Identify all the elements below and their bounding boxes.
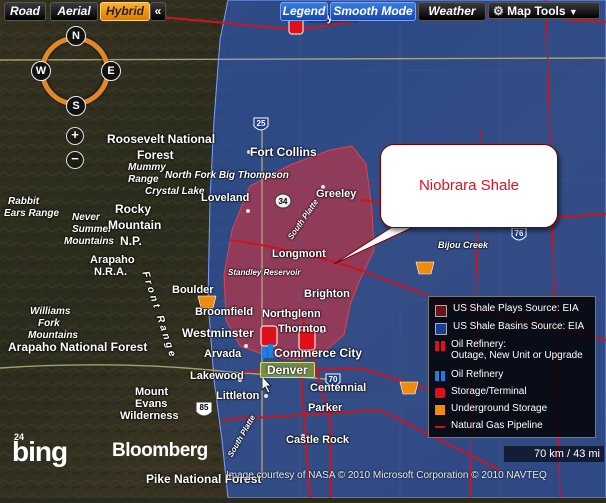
legend-item-storage-terminal: Storage/Terminal [435,386,527,398]
legend-item-shale-plays: US Shale Plays Source: EIA [435,303,579,317]
weather-button[interactable]: Weather [418,2,486,21]
map-tools-button[interactable]: ⚙ Map Tools ▼ [488,2,600,19]
hybrid-view-button[interactable]: Hybrid [100,2,150,21]
interstate-70-shield: 70 [329,375,338,384]
refinery-icon [435,371,445,381]
gear-icon: ⚙ [493,4,504,18]
zoom-in-button[interactable]: + [66,127,84,145]
pipeline-line-icon [435,426,445,428]
smooth-mode-button[interactable]: Smooth Mode [330,2,416,21]
label-denver: Denver [260,362,315,378]
compass-south-button[interactable]: S [66,96,86,116]
legend-item-underground-storage: Underground Storage [435,403,547,415]
road-view-button[interactable]: Road [4,2,46,21]
collapse-nav-button[interactable]: « [150,2,166,21]
storage-terminal-icon [435,388,445,398]
bloomberg-logo: Bloomberg [112,440,208,461]
shale-basin-swatch [435,323,447,335]
legend-label: Natural Gas Pipeline [451,420,543,431]
zoom-out-button[interactable]: − [66,151,84,169]
refinery-outage-icon [435,341,445,351]
interstate-25-shield: 25 [257,119,266,128]
shale-play-swatch [435,305,447,317]
legend-item-refinery-outage: Oil Refinery: Outage, New Unit or Upgrad… [435,339,583,361]
niobrara-callout: Niobrara Shale [380,144,558,228]
legend-label: US Shale Basins Source: EIA [453,321,585,332]
aerial-view-button[interactable]: Aerial [50,2,98,21]
callout-text: Niobrara Shale [418,177,520,194]
legend-label: Storage/Terminal [451,386,527,397]
legend-panel: US Shale Plays Source: EIA US Shale Basi… [428,296,596,438]
compass-west-button[interactable]: W [31,61,51,81]
compass-east-button[interactable]: E [101,61,121,81]
state-34-shield: 34 [279,197,288,206]
legend-item-gas-pipeline: Natural Gas Pipeline [435,420,543,431]
underground-storage-icon [435,405,445,415]
legend-label: Oil Refinery: Outage, New Unit or Upgrad… [451,339,583,361]
legend-button[interactable]: Legend [280,2,328,21]
us-85-shield: 85 [200,403,209,412]
legend-item-refinery: Oil Refinery [435,369,503,381]
legend-label: Oil Refinery [451,369,504,380]
map-tools-label: Map Tools [507,4,566,18]
interstate-76-shield: 76 [515,229,524,238]
chevron-down-icon: ▼ [568,7,578,17]
compass-north-button[interactable]: N [66,26,86,46]
legend-label: US Shale Plays Source: EIA [453,303,579,314]
legend-item-shale-basins: US Shale Basins Source: EIA [435,321,584,335]
legend-label: Underground Storage [451,403,548,414]
scale-bar: 70 km / 43 mi [504,446,604,462]
attribution-credit: Image courtesy of NASA © 2010 Microsoft … [226,470,547,481]
